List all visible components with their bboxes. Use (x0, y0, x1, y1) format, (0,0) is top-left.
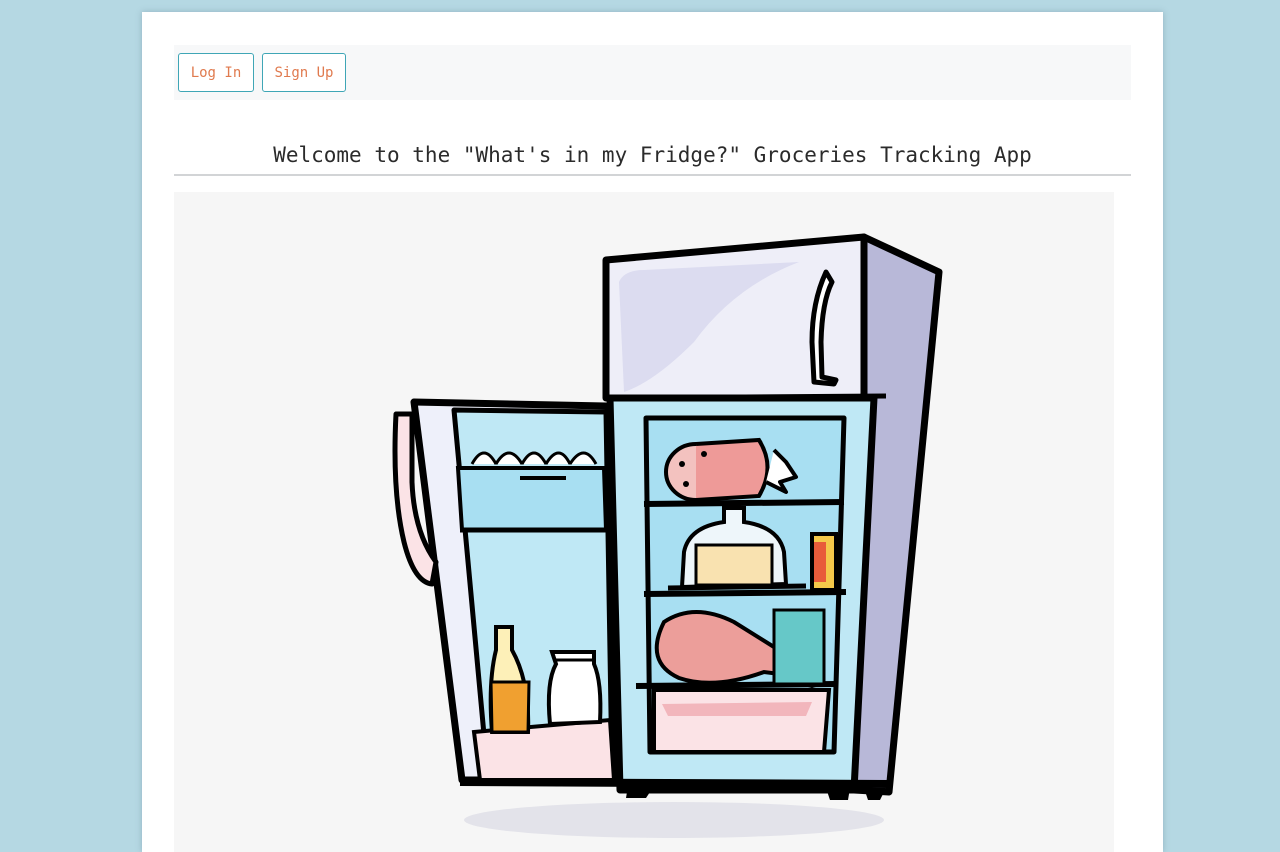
main-card: Log In Sign Up Welcome to the "What's in… (142, 12, 1163, 852)
hero-image (174, 192, 1114, 852)
login-button[interactable]: Log In (178, 53, 254, 92)
page-title: Welcome to the "What's in my Fridge?" Gr… (174, 136, 1131, 176)
navbar: Log In Sign Up (174, 45, 1131, 100)
signup-button[interactable]: Sign Up (262, 53, 346, 92)
fridge-illustration-icon (392, 233, 943, 838)
